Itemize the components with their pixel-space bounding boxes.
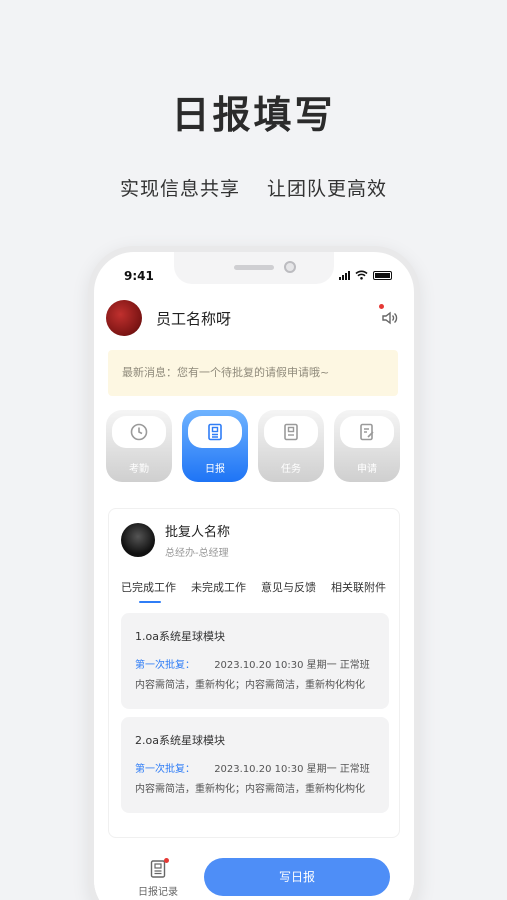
menu-label: 考勤 bbox=[129, 464, 149, 475]
tab-feedback[interactable]: 意见与反馈 bbox=[261, 579, 316, 595]
menu-item-daily-report[interactable]: 日报 bbox=[182, 410, 248, 482]
report-history-icon bbox=[150, 860, 166, 878]
approval-link[interactable]: 第一次批复： bbox=[135, 764, 195, 775]
signal-icon bbox=[339, 270, 350, 280]
tab-attachments[interactable]: 相关联附件 bbox=[331, 579, 386, 595]
avatar[interactable] bbox=[106, 300, 142, 336]
wifi-icon bbox=[355, 270, 368, 280]
camera-icon bbox=[284, 261, 296, 273]
menu-item-apply[interactable]: 申请 bbox=[334, 410, 400, 482]
promo-subtitle: 实现信息共享 让团队更高效 bbox=[0, 174, 507, 201]
user-name: 员工名称呀 bbox=[156, 309, 232, 328]
menu-item-task[interactable]: 任务 bbox=[258, 410, 324, 482]
approver-avatar bbox=[121, 523, 155, 557]
record-content: 内容需简洁，重新构化；内容需简洁，重新构化构化 bbox=[135, 680, 365, 691]
tab-incomplete[interactable]: 未完成工作 bbox=[191, 579, 246, 595]
status-time: 9:41 bbox=[124, 269, 154, 283]
notification-dot bbox=[164, 858, 169, 863]
report-history-button[interactable]: 日报记录 bbox=[128, 858, 188, 898]
menu-label: 任务 bbox=[281, 464, 301, 475]
feature-menu: 考勤 日报 任务 申请 bbox=[106, 410, 406, 490]
approver-info: 批复人名称 总经办-总经理 bbox=[121, 521, 230, 559]
menu-label: 申请 bbox=[357, 464, 377, 475]
speaker-icon[interactable] bbox=[380, 308, 400, 328]
tab-completed[interactable]: 已完成工作 bbox=[121, 579, 176, 603]
speaker-grille bbox=[234, 265, 274, 270]
promo-title: 日报填写 bbox=[171, 93, 336, 137]
status-icons bbox=[339, 270, 392, 280]
report-card: 批复人名称 总经办-总经理 已完成工作 未完成工作 意见与反馈 相关联附件 1.… bbox=[108, 508, 400, 838]
approver-role: 总经办-总经理 bbox=[165, 548, 229, 559]
menu-label: 日报 bbox=[205, 464, 225, 475]
phone-screen: 9:41 员工名称呀 最新消息：您有一个待批复的请假申请哦~ 考勤 日报 任务 … bbox=[94, 252, 414, 900]
record-meta: 2023.10.20 10:30 星期一 正常班 bbox=[214, 660, 370, 671]
battery-icon bbox=[373, 270, 392, 280]
report-tabs: 已完成工作 未完成工作 意见与反馈 相关联附件 bbox=[121, 579, 401, 603]
record-content: 内容需简洁，重新构化；内容需简洁，重新构化构化 bbox=[135, 784, 365, 795]
promo-subtitle-left: 实现信息共享 bbox=[119, 178, 240, 200]
record-meta: 2023.10.20 10:30 星期一 正常班 bbox=[214, 764, 370, 775]
clock-icon bbox=[130, 423, 148, 441]
approver-name: 批复人名称 bbox=[165, 525, 231, 540]
history-label: 日报记录 bbox=[138, 887, 178, 898]
work-record[interactable]: 2.oa系统星球模块 第一次批复： 2023.10.20 10:30 星期一 正… bbox=[121, 717, 389, 813]
notification-dot bbox=[379, 304, 384, 309]
notice-banner[interactable]: 最新消息：您有一个待批复的请假申请哦~ bbox=[108, 350, 398, 396]
menu-item-attendance[interactable]: 考勤 bbox=[106, 410, 172, 482]
task-icon bbox=[284, 423, 298, 441]
phone-notch bbox=[174, 252, 334, 284]
write-report-button[interactable]: 写日报 bbox=[204, 858, 390, 896]
approval-link[interactable]: 第一次批复： bbox=[135, 660, 195, 671]
phone-frame: 9:41 员工名称呀 最新消息：您有一个待批复的请假申请哦~ 考勤 日报 任务 … bbox=[88, 246, 420, 900]
bottom-bar: 日报记录 写日报 bbox=[94, 850, 414, 900]
work-record[interactable]: 1.oa系统星球模块 第一次批复： 2023.10.20 10:30 星期一 正… bbox=[121, 613, 389, 709]
record-title: 1.oa系统星球模块 bbox=[135, 630, 225, 643]
report-icon bbox=[208, 423, 222, 441]
promo-subtitle-right: 让团队更高效 bbox=[267, 178, 388, 200]
apply-icon bbox=[360, 423, 374, 441]
user-header: 员工名称呀 bbox=[106, 298, 402, 338]
record-title: 2.oa系统星球模块 bbox=[135, 734, 225, 747]
